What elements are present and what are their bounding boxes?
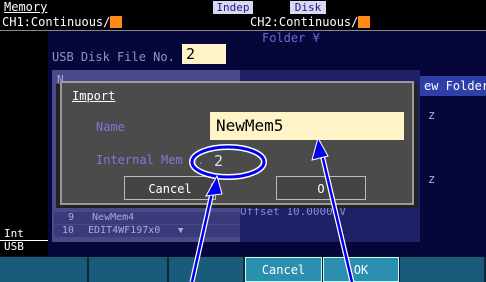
ch1-label: CH1:Continuous/ (2, 15, 111, 29)
softkey-2[interactable] (89, 257, 169, 282)
new-folder-button[interactable]: ew Folder (420, 76, 486, 96)
int-label: Int (4, 227, 24, 240)
mode-indep-button[interactable]: Indep (213, 1, 253, 14)
detail-hz-2: z (428, 172, 436, 186)
ch2-label: CH2:Continuous/ (250, 15, 359, 29)
softkey-1[interactable] (0, 257, 89, 282)
dialog-cancel-button[interactable]: Cancel (124, 176, 216, 200)
usb-file-no-label: USB Disk File No. (52, 50, 175, 64)
list-item-name: EDIT4WF197x0 (88, 225, 161, 236)
ch1-status: CH1:Continuous/ (2, 14, 123, 30)
softkey-6[interactable] (400, 257, 486, 282)
list-item[interactable]: 10 EDIT4WF197x0 (54, 225, 240, 237)
mode-disk-button[interactable]: Disk (290, 1, 326, 14)
dialog-ok-button[interactable]: O (276, 176, 366, 200)
softkey-cancel-button[interactable]: Cancel (245, 257, 322, 282)
softkey-ok-button[interactable]: OK (323, 257, 399, 282)
left-strip (0, 31, 48, 256)
ch2-color-swatch (358, 16, 371, 28)
internal-mem-label: Internal Mem o. (96, 153, 205, 167)
ch2-status: CH2:Continuous/ (250, 14, 371, 30)
internal-mem-value[interactable]: 2 (214, 152, 223, 170)
usb-label: USB (4, 240, 24, 253)
list-item[interactable]: 9 NewMem4 (54, 212, 240, 224)
softkey-3[interactable] (169, 257, 245, 282)
list-item-num: 9 (67, 212, 74, 223)
instrument-screen: Memory Indep Disk CH1:Continuous/ CH2:Co… (0, 0, 486, 282)
name-field[interactable]: NewMem5 (210, 112, 404, 140)
folder-label: Folder ¥ (262, 31, 320, 45)
dialog-title: Import (72, 89, 116, 103)
name-label: Name (96, 120, 125, 134)
menu-title: Memory (4, 0, 48, 14)
ch1-color-swatch (110, 16, 123, 28)
usb-file-no-field[interactable]: 2 (182, 44, 226, 64)
scroll-down-icon[interactable]: ▼ (178, 226, 183, 236)
list-item-num: 10 (61, 225, 74, 236)
list-item-name: NewMem4 (92, 212, 135, 223)
detail-hz-1: z (428, 108, 436, 122)
